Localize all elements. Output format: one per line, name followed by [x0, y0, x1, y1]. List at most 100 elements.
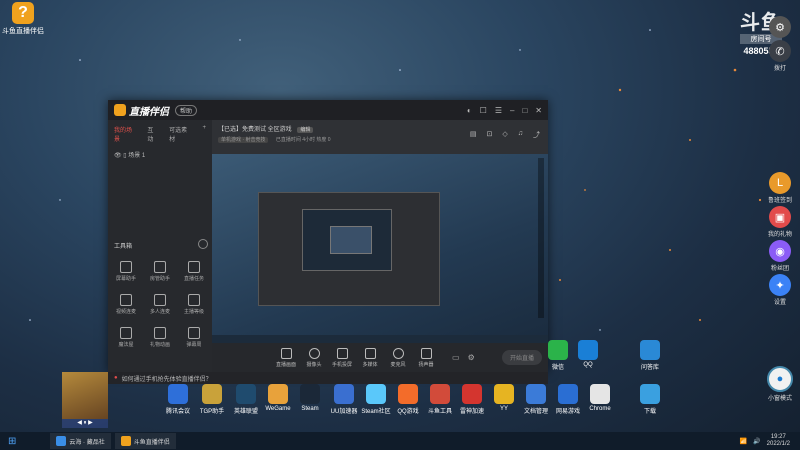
settings-icon: ✦ — [769, 274, 791, 296]
help-pill[interactable]: 帮助 — [175, 104, 198, 116]
lock-icon[interactable]: ⊡ — [486, 130, 492, 140]
tool-item[interactable]: 屏幕助手 — [110, 261, 142, 282]
speaker-button[interactable]: 扬声器 — [412, 347, 440, 368]
minimize-icon[interactable]: – — [510, 106, 514, 115]
add-camera-button[interactable]: 摄像头 — [300, 347, 328, 368]
record-icon[interactable]: ▭ — [452, 353, 460, 362]
add-phone-button[interactable]: 手机投屏 — [328, 347, 356, 368]
app-label: Steam社区 — [361, 409, 391, 415]
desktop-app-icon[interactable]: WeGame — [260, 384, 296, 412]
clock[interactable]: 19:27 2022/1/2 — [767, 434, 790, 448]
sidebar-item-settings[interactable]: ✦ 设置 — [764, 274, 796, 306]
tool-item[interactable]: 房管助手 — [144, 261, 176, 282]
desktop-app-icon[interactable]: 网易游戏 — [550, 384, 586, 415]
desktop-app-icon[interactable]: 雷神加速 — [454, 384, 490, 415]
app-label: WeGame — [265, 406, 291, 412]
share-icon[interactable]: ⤴ — [533, 130, 540, 140]
danmaku-icon — [188, 327, 200, 339]
phone-icon: ✆ — [769, 40, 791, 62]
notice-bar[interactable]: ● 如何通过手机抢先体验直播伴侣？ — [108, 372, 548, 384]
bell-icon[interactable]: ♫ — [518, 130, 523, 140]
shield-icon[interactable]: ◇ — [502, 130, 507, 140]
douyu-app-icon: ? — [12, 2, 34, 24]
desktop-app-icon[interactable]: 下载 — [632, 384, 668, 415]
sidebar-item-mini-window[interactable]: ● 小窗模式 — [764, 366, 796, 402]
sidebar-item-checkin[interactable]: L 鲁班签到 — [764, 172, 796, 204]
network-icon[interactable]: 📶 — [740, 438, 747, 445]
tool-item[interactable]: 多人连麦 — [144, 294, 176, 315]
desktop-app-icon[interactable]: QQ — [570, 340, 606, 368]
menu-icon[interactable]: ☰ — [495, 106, 502, 115]
toolbox-add-icon[interactable] — [198, 239, 208, 249]
room-title[interactable]: 【已选】免费测试 全区游戏 — [218, 127, 292, 133]
add-screen-button[interactable]: 直播画面 — [272, 347, 300, 368]
app-icon — [526, 384, 546, 404]
tab-materials[interactable]: 可选素材 — [169, 125, 192, 143]
scene-item[interactable]: 👁 ▯ 场景 1 — [108, 148, 212, 161]
tool-item[interactable]: 礼物动画 — [144, 327, 176, 348]
phone-cast-icon — [336, 347, 348, 359]
desktop-app-icon[interactable]: TGP助手 — [194, 384, 230, 415]
tool-item[interactable]: 视频连麦 — [110, 294, 142, 315]
app-icon — [300, 384, 320, 404]
tool-item[interactable]: 弹幕周 — [178, 327, 210, 348]
notice-text: 如何通过手机抢先体验直播伴侣？ — [121, 376, 212, 383]
start-live-button[interactable]: 开始直播 — [501, 350, 542, 365]
share-screen-icon[interactable]: ▤ — [470, 130, 477, 140]
desktop-app-icon[interactable]: QQ游戏 — [390, 384, 426, 415]
desktop-icon-douyu-companion[interactable]: ? 斗鱼直播伴侣 — [2, 2, 44, 36]
desktop-app-icon[interactable]: Steam社区 — [358, 384, 394, 415]
toolbox-title: 工具箱 — [114, 244, 133, 250]
app-icon — [236, 384, 256, 404]
skin-icon[interactable]: ☐ — [480, 106, 487, 115]
live-preview[interactable] — [212, 154, 548, 343]
sidebar-item-0[interactable]: ⚙ — [764, 16, 796, 38]
taskbar-item[interactable]: 斗鱼直播伴侣 — [114, 433, 176, 449]
taskbar-item[interactable]: 云海 · 藏品社 — [50, 433, 111, 449]
window-titlebar: 直播伴侣 帮助 ◐ ☐ ☰ – □ ✕ — [108, 100, 548, 120]
add-media-button[interactable]: 多媒体 — [356, 347, 384, 368]
warning-icon: ● — [114, 375, 118, 381]
sidebar-item-gift[interactable]: ▣ 我的礼物 — [764, 206, 796, 238]
app-icon — [202, 384, 222, 404]
desktop-app-icon[interactable]: 英雄联盟 — [228, 384, 264, 415]
app-icon — [548, 340, 568, 360]
room-stats: 已直播时间 4小时 热度 0 — [275, 137, 331, 143]
add-scene-icon[interactable]: + — [202, 125, 206, 143]
desktop-app-icon[interactable]: 问答库 — [632, 340, 668, 371]
tool-item[interactable]: 直播任务 — [178, 261, 210, 282]
close-icon[interactable]: ✕ — [535, 106, 542, 115]
volume-icon[interactable]: 🔊 — [753, 438, 760, 445]
tool-item[interactable]: 主播等级 — [178, 294, 210, 315]
app-icon — [590, 384, 610, 404]
nested-taskbar — [212, 335, 548, 343]
app-label: Chrome — [589, 406, 611, 412]
windows-start-icon[interactable]: ⊞ — [8, 436, 16, 447]
desktop-app-icon[interactable]: YY — [486, 384, 522, 412]
desktop-app-icon[interactable]: 斗鱼工具 — [422, 384, 458, 415]
settings-gear-icon[interactable]: ⚙ — [468, 353, 475, 362]
magic-icon — [120, 327, 132, 339]
window-controls: ◐ ☐ ☰ – □ ✕ — [467, 106, 542, 115]
sidebar-item-fans[interactable]: ◉ 粉丝团 — [764, 240, 796, 272]
sidebar-item-call[interactable]: ✆ 拨打 — [764, 40, 796, 72]
desktop-app-icon[interactable]: UU加速器 — [326, 384, 362, 415]
room-category[interactable]: 单机游戏 · 射击竞技 — [218, 137, 269, 143]
tab-interact[interactable]: 互动 — [147, 125, 159, 143]
tool-item[interactable]: 魔法屋 — [110, 327, 142, 348]
microphone-button[interactable]: 麦克风 — [384, 347, 412, 368]
room-edit-tag[interactable]: 编辑 — [297, 127, 314, 133]
desktop-app-icon[interactable]: 腾讯会议 — [160, 384, 196, 415]
avatar-icon[interactable]: ◐ — [467, 106, 472, 115]
desktop-app-icon[interactable]: Steam — [292, 384, 328, 412]
media-controls[interactable]: ◀ ⏸ ▶ — [62, 419, 108, 428]
app-icon — [494, 384, 514, 404]
desktop-app-icon[interactable]: 文档管理 — [518, 384, 554, 415]
maximize-icon[interactable]: □ — [522, 106, 527, 115]
right-sidebar: ⚙ ✆ 拨打 L 鲁班签到 ▣ 我的礼物 ◉ 粉丝团 ✦ 设置 ● 小窗模式 — [764, 12, 796, 422]
app-label: 问答库 — [640, 365, 659, 371]
tab-my-scenes[interactable]: 我的场景 — [114, 125, 137, 143]
media-thumbnail[interactable]: ◀ ⏸ ▶ — [62, 372, 108, 428]
desktop-app-icon[interactable]: Chrome — [582, 384, 618, 412]
app-icon — [578, 340, 598, 360]
